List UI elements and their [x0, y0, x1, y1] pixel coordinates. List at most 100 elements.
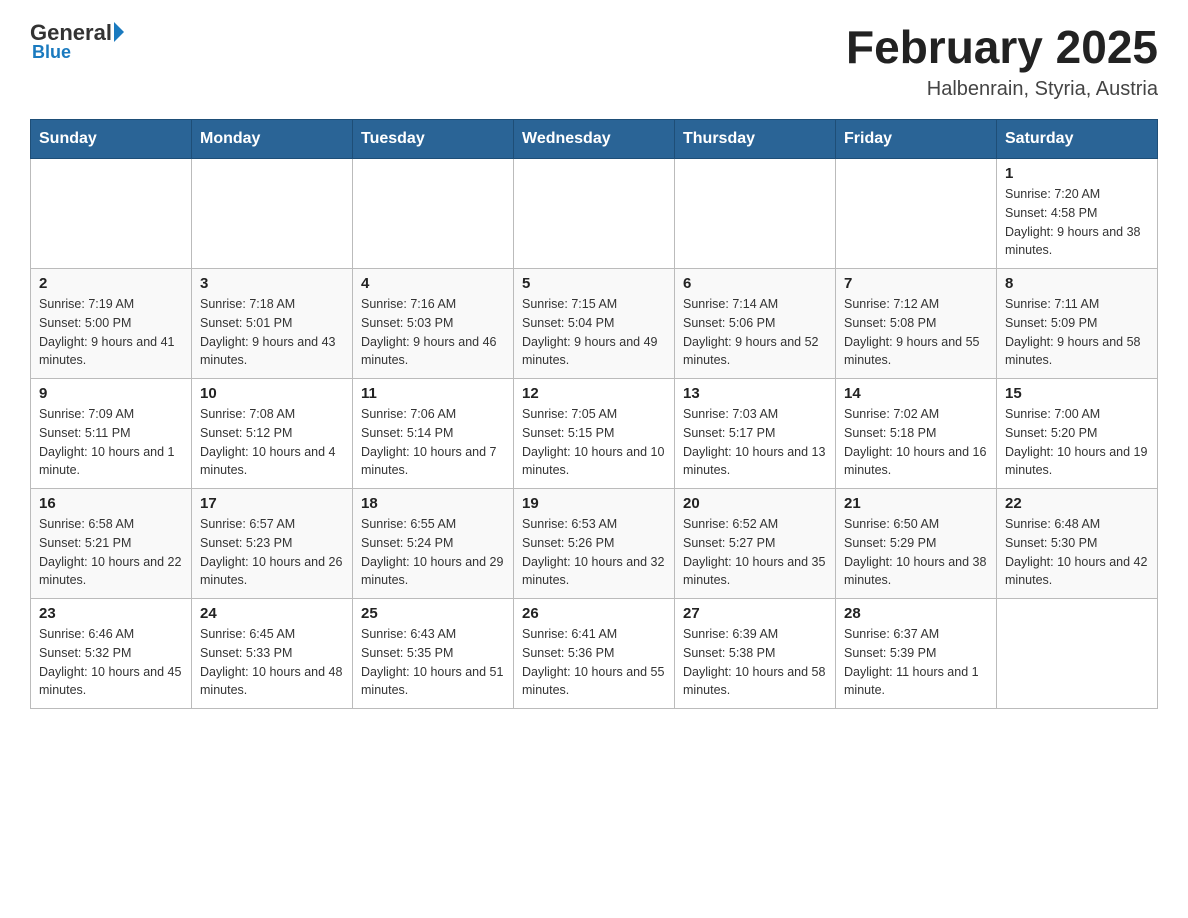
day-info: Sunrise: 6:43 AM Sunset: 5:35 PM Dayligh… — [361, 625, 505, 700]
location: Halbenrain, Styria, Austria — [846, 78, 1158, 101]
calendar-cell: 18 Sunrise: 6:55 AM Sunset: 5:24 PM Dayli… — [353, 489, 514, 599]
calendar-cell — [353, 159, 514, 269]
day-info: Sunrise: 7:12 AM Sunset: 5:08 PM Dayligh… — [844, 295, 988, 370]
day-number: 27 — [683, 605, 827, 622]
calendar-cell — [836, 159, 997, 269]
calendar-table: Sunday Monday Tuesday Wednesday Thursday… — [30, 119, 1158, 709]
calendar-cell — [192, 159, 353, 269]
calendar-cell: 8 Sunrise: 7:11 AM Sunset: 5:09 PM Daylig… — [997, 269, 1158, 379]
day-info: Sunrise: 7:11 AM Sunset: 5:09 PM Dayligh… — [1005, 295, 1149, 370]
calendar-week-row: 23 Sunrise: 6:46 AM Sunset: 5:32 PM Dayli… — [31, 599, 1158, 709]
calendar-week-row: 16 Sunrise: 6:58 AM Sunset: 5:21 PM Dayli… — [31, 489, 1158, 599]
calendar-cell: 12Sunrise: 7:05 AM Sunset: 5:15 PM Dayli… — [514, 379, 675, 489]
day-info: Sunrise: 6:55 AM Sunset: 5:24 PM Dayligh… — [361, 515, 505, 590]
calendar-cell: 7 Sunrise: 7:12 AM Sunset: 5:08 PM Daylig… — [836, 269, 997, 379]
day-info: Sunrise: 7:02 AM Sunset: 5:18 PM Dayligh… — [844, 405, 988, 480]
calendar-cell: 28Sunrise: 6:37 AM Sunset: 5:39 PM Dayli… — [836, 599, 997, 709]
day-info: Sunrise: 6:48 AM Sunset: 5:30 PM Dayligh… — [1005, 515, 1149, 590]
day-info: Sunrise: 6:45 AM Sunset: 5:33 PM Dayligh… — [200, 625, 344, 700]
header-sunday: Sunday — [31, 120, 192, 159]
day-number: 21 — [844, 495, 988, 512]
day-number: 7 — [844, 275, 988, 292]
day-info: Sunrise: 7:20 AM Sunset: 4:58 PM Dayligh… — [1005, 185, 1149, 260]
day-number: 25 — [361, 605, 505, 622]
day-number: 11 — [361, 385, 505, 402]
logo-arrow-icon — [114, 22, 124, 42]
day-number: 22 — [1005, 495, 1149, 512]
calendar-cell: 25 Sunrise: 6:43 AM Sunset: 5:35 PM Dayli… — [353, 599, 514, 709]
day-number: 8 — [1005, 275, 1149, 292]
calendar-cell: 10 Sunrise: 7:08 AM Sunset: 5:12 PM Dayli… — [192, 379, 353, 489]
calendar-cell: 22 Sunrise: 6:48 AM Sunset: 5:30 PM Dayli… — [997, 489, 1158, 599]
calendar-cell — [514, 159, 675, 269]
day-info: Sunrise: 7:09 AM Sunset: 5:11 PM Dayligh… — [39, 405, 183, 480]
calendar-cell: 24 Sunrise: 6:45 AM Sunset: 5:33 PM Dayli… — [192, 599, 353, 709]
calendar-cell: 11Sunrise: 7:06 AM Sunset: 5:14 PM Dayli… — [353, 379, 514, 489]
header-thursday: Thursday — [675, 120, 836, 159]
calendar-cell: 4Sunrise: 7:16 AM Sunset: 5:03 PM Daylig… — [353, 269, 514, 379]
header-saturday: Saturday — [997, 120, 1158, 159]
header-monday: Monday — [192, 120, 353, 159]
calendar-cell: 3Sunrise: 7:18 AM Sunset: 5:01 PM Daylig… — [192, 269, 353, 379]
day-number: 2 — [39, 275, 183, 292]
logo: General Blue — [30, 20, 124, 63]
day-number: 5 — [522, 275, 666, 292]
day-number: 18 — [361, 495, 505, 512]
calendar-cell: 13 Sunrise: 7:03 AM Sunset: 5:17 PM Dayli… — [675, 379, 836, 489]
calendar-cell: 14 Sunrise: 7:02 AM Sunset: 5:18 PM Dayli… — [836, 379, 997, 489]
day-info: Sunrise: 6:53 AM Sunset: 5:26 PM Dayligh… — [522, 515, 666, 590]
logo-blue: Blue — [32, 42, 71, 63]
day-info: Sunrise: 6:57 AM Sunset: 5:23 PM Dayligh… — [200, 515, 344, 590]
calendar-cell: 21 Sunrise: 6:50 AM Sunset: 5:29 PM Dayli… — [836, 489, 997, 599]
day-number: 12 — [522, 385, 666, 402]
day-info: Sunrise: 6:39 AM Sunset: 5:38 PM Dayligh… — [683, 625, 827, 700]
day-number: 4 — [361, 275, 505, 292]
header-tuesday: Tuesday — [353, 120, 514, 159]
day-info: Sunrise: 6:37 AM Sunset: 5:39 PM Dayligh… — [844, 625, 988, 700]
calendar-cell: 5 Sunrise: 7:15 AM Sunset: 5:04 PM Daylig… — [514, 269, 675, 379]
calendar-cell: 16 Sunrise: 6:58 AM Sunset: 5:21 PM Dayli… — [31, 489, 192, 599]
header-wednesday: Wednesday — [514, 120, 675, 159]
day-number: 14 — [844, 385, 988, 402]
day-info: Sunrise: 6:58 AM Sunset: 5:21 PM Dayligh… — [39, 515, 183, 590]
day-number: 17 — [200, 495, 344, 512]
calendar-cell: 26 Sunrise: 6:41 AM Sunset: 5:36 PM Dayli… — [514, 599, 675, 709]
day-number: 1 — [1005, 165, 1149, 182]
day-number: 19 — [522, 495, 666, 512]
calendar-week-row: 1 Sunrise: 7:20 AM Sunset: 4:58 PM Daylig… — [31, 159, 1158, 269]
day-info: Sunrise: 7:00 AM Sunset: 5:20 PM Dayligh… — [1005, 405, 1149, 480]
calendar-cell — [997, 599, 1158, 709]
calendar-cell: 19 Sunrise: 6:53 AM Sunset: 5:26 PM Dayli… — [514, 489, 675, 599]
day-info: Sunrise: 6:41 AM Sunset: 5:36 PM Dayligh… — [522, 625, 666, 700]
day-info: Sunrise: 7:08 AM Sunset: 5:12 PM Dayligh… — [200, 405, 344, 480]
calendar-cell: 9 Sunrise: 7:09 AM Sunset: 5:11 PM Daylig… — [31, 379, 192, 489]
day-number: 9 — [39, 385, 183, 402]
calendar-cell — [675, 159, 836, 269]
month-title: February 2025 — [846, 20, 1158, 74]
day-number: 16 — [39, 495, 183, 512]
day-info: Sunrise: 7:18 AM Sunset: 5:01 PM Dayligh… — [200, 295, 344, 370]
day-number: 6 — [683, 275, 827, 292]
day-number: 20 — [683, 495, 827, 512]
calendar-week-row: 9 Sunrise: 7:09 AM Sunset: 5:11 PM Daylig… — [31, 379, 1158, 489]
calendar-cell: 1 Sunrise: 7:20 AM Sunset: 4:58 PM Daylig… — [997, 159, 1158, 269]
day-info: Sunrise: 7:14 AM Sunset: 5:06 PM Dayligh… — [683, 295, 827, 370]
day-info: Sunrise: 7:03 AM Sunset: 5:17 PM Dayligh… — [683, 405, 827, 480]
header-friday: Friday — [836, 120, 997, 159]
day-info: Sunrise: 7:15 AM Sunset: 5:04 PM Dayligh… — [522, 295, 666, 370]
calendar-cell: 20Sunrise: 6:52 AM Sunset: 5:27 PM Dayli… — [675, 489, 836, 599]
day-number: 23 — [39, 605, 183, 622]
day-info: Sunrise: 6:46 AM Sunset: 5:32 PM Dayligh… — [39, 625, 183, 700]
calendar-cell: 2Sunrise: 7:19 AM Sunset: 5:00 PM Daylig… — [31, 269, 192, 379]
day-number: 24 — [200, 605, 344, 622]
day-number: 26 — [522, 605, 666, 622]
weekday-header-row: Sunday Monday Tuesday Wednesday Thursday… — [31, 120, 1158, 159]
calendar-week-row: 2Sunrise: 7:19 AM Sunset: 5:00 PM Daylig… — [31, 269, 1158, 379]
calendar-cell: 17 Sunrise: 6:57 AM Sunset: 5:23 PM Dayli… — [192, 489, 353, 599]
day-number: 10 — [200, 385, 344, 402]
day-number: 13 — [683, 385, 827, 402]
calendar-cell: 15Sunrise: 7:00 AM Sunset: 5:20 PM Dayli… — [997, 379, 1158, 489]
calendar-cell: 6 Sunrise: 7:14 AM Sunset: 5:06 PM Daylig… — [675, 269, 836, 379]
calendar-cell — [31, 159, 192, 269]
day-info: Sunrise: 6:50 AM Sunset: 5:29 PM Dayligh… — [844, 515, 988, 590]
